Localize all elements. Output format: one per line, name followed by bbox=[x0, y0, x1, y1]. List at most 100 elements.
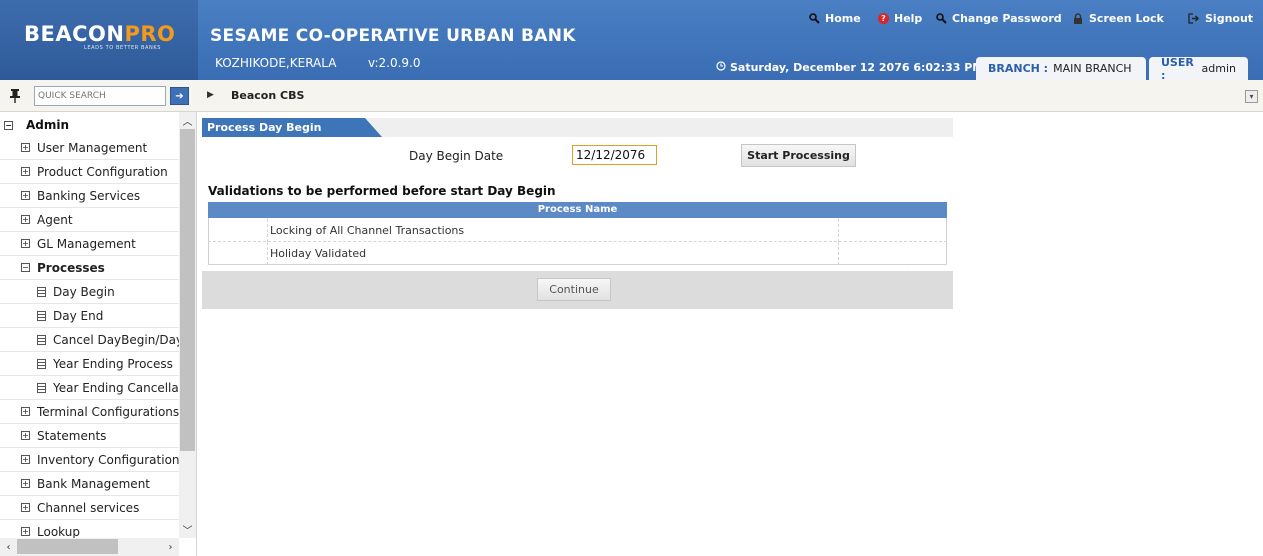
logo-accent: PRO bbox=[124, 22, 176, 46]
app-version: v:2.0.9.0 bbox=[368, 56, 421, 70]
breadcrumb: Beacon CBS bbox=[231, 89, 305, 102]
table-row: Holiday Validated bbox=[208, 242, 947, 265]
sidebar-item-day-end[interactable]: Day End bbox=[0, 304, 179, 328]
app-header: BEACONPRO LEADS TO BETTER BANKS SESAME C… bbox=[0, 0, 1263, 82]
screen-lock-label: Screen Lock bbox=[1089, 12, 1164, 25]
start-processing-button[interactable]: Start Processing bbox=[741, 144, 856, 167]
bank-location: KOZHIKODE,KERALA bbox=[215, 56, 337, 70]
scroll-up-icon[interactable]: ︿ bbox=[179, 112, 196, 129]
sidebar-item-product-configuration[interactable]: + Product Configuration bbox=[0, 160, 179, 184]
collapse-icon: − bbox=[21, 263, 30, 272]
sidebar-item-processes[interactable]: − Processes bbox=[0, 256, 179, 280]
sidebar-item-label: Product Configuration bbox=[37, 164, 168, 179]
user-value: admin bbox=[1201, 62, 1236, 75]
expand-icon: + bbox=[21, 479, 30, 488]
sidebar-item-label: Inventory Configurations bbox=[37, 452, 179, 467]
sidebar-item-terminal-configurations[interactable]: + Terminal Configurations bbox=[0, 400, 179, 424]
scroll-left-icon[interactable]: ‹ bbox=[0, 539, 17, 556]
help-link[interactable]: ? Help bbox=[878, 12, 922, 25]
expand-icon: + bbox=[21, 527, 30, 536]
expand-icon: + bbox=[21, 407, 30, 416]
expand-icon: + bbox=[21, 455, 30, 464]
sidebar-item-cancel-daybegin-day[interactable]: Cancel DayBegin/Day bbox=[0, 328, 179, 352]
scroll-right-icon[interactable]: › bbox=[162, 539, 179, 556]
sidebar-item-agent[interactable]: + Agent bbox=[0, 208, 179, 232]
breadcrumb-arrow-icon: ▶ bbox=[207, 90, 214, 100]
panel-title: Process Day Begin bbox=[202, 118, 382, 137]
row-index-cell bbox=[208, 219, 268, 242]
sidebar-hscroll-thumb[interactable] bbox=[17, 539, 118, 554]
expand-icon: + bbox=[21, 431, 30, 440]
scroll-down-icon[interactable]: ﹀ bbox=[179, 521, 196, 538]
expand-icon: + bbox=[21, 503, 30, 512]
sidebar-item-label: Banking Services bbox=[37, 188, 141, 203]
clock-icon bbox=[716, 61, 726, 74]
signout-link[interactable]: Signout bbox=[1188, 12, 1253, 25]
logo-main: BEACON bbox=[24, 22, 125, 46]
sidebar-item-user-management[interactable]: + User Management bbox=[0, 136, 179, 160]
page-icon bbox=[37, 334, 46, 345]
day-begin-date-input[interactable] bbox=[572, 145, 657, 165]
continue-button[interactable]: Continue bbox=[537, 278, 611, 301]
pin-icon[interactable] bbox=[8, 88, 22, 108]
sidebar-item-label: Year Ending Process bbox=[53, 356, 173, 371]
help-label: Help bbox=[894, 12, 923, 25]
signout-label: Signout bbox=[1205, 12, 1254, 25]
sidebar-item-bank-management[interactable]: + Bank Management bbox=[0, 472, 179, 496]
lock-icon bbox=[1072, 12, 1084, 25]
tree-root-admin[interactable]: − Admin bbox=[4, 115, 69, 135]
table-row: Locking of All Channel Transactions bbox=[208, 219, 947, 242]
home-link[interactable]: Home bbox=[808, 12, 861, 25]
signout-icon bbox=[1188, 13, 1200, 25]
search-icon bbox=[808, 13, 820, 25]
sidebar-item-label: Day Begin bbox=[53, 284, 115, 299]
change-password-label: Change Password bbox=[952, 12, 1062, 25]
change-password-link[interactable]: Change Password bbox=[935, 12, 1062, 25]
process-name-cell: Holiday Validated bbox=[270, 247, 367, 260]
toolbar: ➔ ▶ Beacon CBS ▾ bbox=[0, 80, 1263, 112]
sidebar-item-label: Processes bbox=[37, 260, 105, 275]
branch-key: BRANCH : bbox=[988, 62, 1049, 75]
sidebar-item-banking-services[interactable]: + Banking Services bbox=[0, 184, 179, 208]
sidebar-item-year-ending-process[interactable]: Year Ending Process bbox=[0, 352, 179, 376]
process-name-cell: Locking of All Channel Transactions bbox=[270, 224, 465, 237]
branch-tab[interactable]: BRANCH : MAIN BRANCH bbox=[976, 57, 1146, 80]
sidebar-item-label: Statements bbox=[37, 428, 107, 443]
page-icon bbox=[37, 286, 46, 297]
sidebar-item-label: Bank Management bbox=[37, 476, 151, 491]
sidebar-item-label: Channel services bbox=[37, 500, 140, 515]
sidebar-item-channel-services[interactable]: + Channel services bbox=[0, 496, 179, 520]
expand-icon: + bbox=[21, 239, 30, 248]
home-label: Home bbox=[825, 12, 861, 25]
branch-value: MAIN BRANCH bbox=[1053, 62, 1132, 75]
page-icon bbox=[37, 358, 46, 369]
screen-lock-link[interactable]: Screen Lock bbox=[1072, 12, 1164, 25]
sidebar-item-gl-management[interactable]: + GL Management bbox=[0, 232, 179, 256]
expand-icon: + bbox=[21, 215, 30, 224]
sidebar-scroll-thumb[interactable] bbox=[180, 129, 195, 451]
quick-search-go-button[interactable]: ➔ bbox=[170, 87, 189, 105]
grid-header-process-name: Process Name bbox=[208, 202, 947, 218]
sidebar-item-year-ending-cancellat[interactable]: Year Ending Cancellat bbox=[0, 376, 179, 400]
sidebar-item-label: Cancel DayBegin/Day bbox=[53, 332, 179, 347]
page-icon bbox=[37, 382, 46, 393]
user-tab[interactable]: USER : admin bbox=[1149, 55, 1248, 82]
quick-search-input[interactable] bbox=[34, 86, 166, 106]
user-key: USER : bbox=[1161, 55, 1194, 82]
sidebar-item-label: Year Ending Cancellat bbox=[53, 380, 179, 395]
current-datetime: Saturday, December 12 2076 6:02:33 PM bbox=[716, 61, 983, 74]
expand-icon: + bbox=[21, 167, 30, 176]
row-index-cell bbox=[208, 242, 268, 265]
tree-root-label: Admin bbox=[26, 118, 70, 132]
day-begin-date-label: Day Begin Date bbox=[409, 149, 504, 163]
sidebar-item-day-begin[interactable]: Day Begin bbox=[0, 280, 179, 304]
expand-icon: + bbox=[21, 191, 30, 200]
sidebar-item-statements[interactable]: + Statements bbox=[0, 424, 179, 448]
sidebar-item-inventory-configurations[interactable]: + Inventory Configurations bbox=[0, 448, 179, 472]
sidebar: − Admin + User Management + Product Configu… bbox=[0, 112, 197, 556]
sidebar-item-label: Day End bbox=[53, 308, 104, 323]
toolbar-menu-icon[interactable]: ▾ bbox=[1245, 90, 1258, 103]
expand-icon: + bbox=[21, 143, 30, 152]
sidebar-item-label: Lookup bbox=[37, 524, 80, 539]
page-icon bbox=[37, 310, 46, 321]
